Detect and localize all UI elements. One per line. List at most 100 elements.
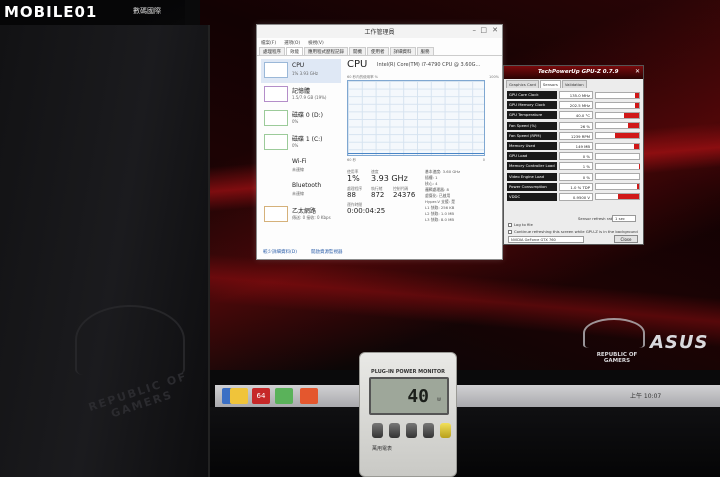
sensor-graph-fill <box>617 194 639 200</box>
spreadsheet-app-icon[interactable] <box>275 388 293 404</box>
sensor-label[interactable]: Memory Controller Load <box>507 162 557 171</box>
meter-button[interactable] <box>406 423 417 438</box>
meter-button[interactable] <box>372 423 383 438</box>
tab-validation[interactable]: Validation <box>561 80 587 88</box>
sensor-label[interactable]: Memory Used <box>507 142 557 151</box>
sensor-row: Memory Used 149 MB <box>507 141 640 151</box>
tab-app-history[interactable]: 應用程式歷程記錄 <box>304 47 348 55</box>
gpu-device-select[interactable]: NVIDIA GeForce GTX 760 <box>508 236 584 243</box>
menu-options[interactable]: 選項(O) <box>284 40 300 46</box>
tab-sensors[interactable]: Sensors <box>539 80 561 88</box>
file-explorer-icon[interactable] <box>230 388 248 404</box>
sensor-label[interactable]: Video Engine Load <box>507 172 557 181</box>
util-value: 1% <box>347 174 360 183</box>
gpu-z-taskbar-icon[interactable] <box>300 388 318 404</box>
tab-performance[interactable]: 效能 <box>286 47 303 55</box>
sensor-value: 149 MB <box>559 142 593 151</box>
sensor-graph <box>595 173 640 181</box>
log-label: Log to file <box>514 222 533 227</box>
meter-brand: 萬用電表 <box>372 446 393 452</box>
sensor-graph-fill <box>636 184 639 190</box>
rog-logo-text: REPUBLIC OF GAMERS <box>596 352 638 364</box>
fewer-details-link[interactable]: 較少詳細資料(D) <box>263 249 297 255</box>
resource-item-disk0[interactable]: 磁碟 0 (D:) 0% <box>261 107 341 131</box>
tab-users[interactable]: 使用者 <box>367 47 389 55</box>
asus-logo: ASUS <box>650 332 709 353</box>
close-button[interactable]: Close <box>614 235 638 243</box>
task-manager-titlebar[interactable]: 工作管理員 – □ ✕ <box>257 25 502 38</box>
gpu-z-title: TechPowerUp GPU-Z 0.7.9 <box>538 69 619 75</box>
meter-reading: 40 <box>407 386 429 407</box>
resource-value: 1% 3.93 GHz <box>292 71 319 76</box>
meter-buttons <box>372 423 451 438</box>
sensor-label[interactable]: Fan Speed (RPM) <box>507 131 557 140</box>
continue-checkbox[interactable] <box>508 229 512 234</box>
gpu-z-titlebar[interactable]: TechPowerUp GPU-Z 0.7.9 ✕ <box>504 66 643 79</box>
sensor-row: Power Consumption 1.0 % TDP <box>507 182 640 192</box>
sensor-label[interactable]: GPU Core Clock <box>507 91 557 100</box>
sensor-row: GPU Core Clock 135.0 MHz <box>507 90 640 100</box>
resource-value: 1.5/7.9 GB (19%) <box>292 95 327 100</box>
meter-lcd-display: 40 W <box>369 377 449 415</box>
maximize-icon[interactable]: □ <box>480 26 487 34</box>
disk-thumbnail-graph <box>264 110 288 126</box>
resource-monitor-link[interactable]: 開啟資源監視器 <box>311 249 343 255</box>
sensor-value: 0 % <box>559 172 593 181</box>
meter-button[interactable] <box>389 423 400 438</box>
tab-services[interactable]: 服務 <box>416 47 434 55</box>
tab-graphics-card[interactable]: Graphics Card <box>506 80 539 88</box>
menu-view[interactable]: 檢視(V) <box>308 40 324 46</box>
log-to-file-option[interactable]: Log to file <box>508 222 638 227</box>
tab-details[interactable]: 詳細資料 <box>389 47 416 55</box>
sensor-label[interactable]: GPU Temperature <box>507 111 557 120</box>
sensor-label[interactable]: VDDC <box>507 192 557 201</box>
disk-thumbnail-graph <box>264 134 288 150</box>
taskbar-clock[interactable]: 上午 10:07 <box>630 391 661 400</box>
cpu-z-icon[interactable]: 64 <box>252 388 270 404</box>
refresh-rate-select[interactable]: 1 sec <box>612 215 636 222</box>
sensor-list: GPU Core Clock 135.0 MHz GPU Memory Clock 2… <box>504 88 643 202</box>
log-checkbox[interactable] <box>508 222 512 227</box>
resource-name: CPU <box>292 62 305 69</box>
sensor-graph-fill <box>615 133 639 139</box>
continue-refresh-option[interactable]: Continue refreshing this screen while GP… <box>508 229 638 234</box>
desk-surface <box>200 407 720 477</box>
meter-function-button[interactable] <box>440 423 451 438</box>
tab-startup[interactable]: 開機 <box>349 47 366 55</box>
sensor-row: Memory Controller Load 1 % <box>507 161 640 171</box>
sensor-row: Fan Speed (%) 26 % <box>507 121 640 131</box>
task-manager-tabs: 處理程序 效能 應用程式歷程記錄 開機 使用者 詳細資料 服務 <box>257 47 502 56</box>
tab-processes[interactable]: 處理程序 <box>259 47 285 55</box>
gpu-z-tabs: Graphics Card Sensors Validation <box>504 80 643 88</box>
meter-button[interactable] <box>423 423 434 438</box>
sensor-label[interactable]: GPU Memory Clock <box>507 101 557 110</box>
sensor-value: 135.0 MHz <box>559 91 593 100</box>
resource-item-bluetooth[interactable]: Bluetooth 未連線 <box>261 179 341 203</box>
resource-name: Bluetooth <box>292 182 322 189</box>
sensor-row: Fan Speed (RPM) 1239 RPM <box>507 131 640 141</box>
sensor-label[interactable]: Fan Speed (%) <box>507 121 557 130</box>
close-icon[interactable]: ✕ <box>492 26 498 34</box>
resource-item-disk1[interactable]: 磁碟 1 (C:) 0% <box>261 131 341 155</box>
resource-item-ethernet[interactable]: 乙太網路 傳送: 0 接收: 0 Kbps <box>261 203 341 227</box>
resource-item-wifi[interactable]: Wi-Fi 未連線 <box>261 155 341 179</box>
menu-file[interactable]: 檔案(F) <box>261 40 276 46</box>
memory-thumbnail-graph <box>264 86 288 102</box>
sensor-value: 1 % <box>559 162 593 171</box>
sensor-row: Video Engine Load 0 % <box>507 172 640 182</box>
rog-eye-emblem <box>75 305 185 375</box>
sensor-value: 40.0 °C <box>559 111 593 120</box>
resource-name: 磁碟 0 (D:) <box>292 112 323 119</box>
minimize-icon[interactable]: – <box>473 26 477 34</box>
sensor-graph-fill <box>634 102 639 108</box>
cpu-usage-line <box>348 153 484 154</box>
sensor-graph <box>595 111 640 119</box>
sensor-graph <box>595 91 640 99</box>
cpu-detail-panel: CPU Intel(R) Core(TM) i7-4790 CPU @ 3.60… <box>347 59 499 224</box>
resource-item-memory[interactable]: 記憶體 1.5/7.9 GB (19%) <box>261 83 341 107</box>
sensor-label[interactable]: GPU Load <box>507 152 557 161</box>
resource-list: CPU 1% 3.93 GHz 記憶體 1.5/7.9 GB (19%) 磁碟 … <box>261 59 341 227</box>
sensor-label[interactable]: Power Consumption <box>507 182 557 191</box>
resource-item-cpu[interactable]: CPU 1% 3.93 GHz <box>261 59 341 83</box>
close-icon[interactable]: ✕ <box>635 68 640 75</box>
